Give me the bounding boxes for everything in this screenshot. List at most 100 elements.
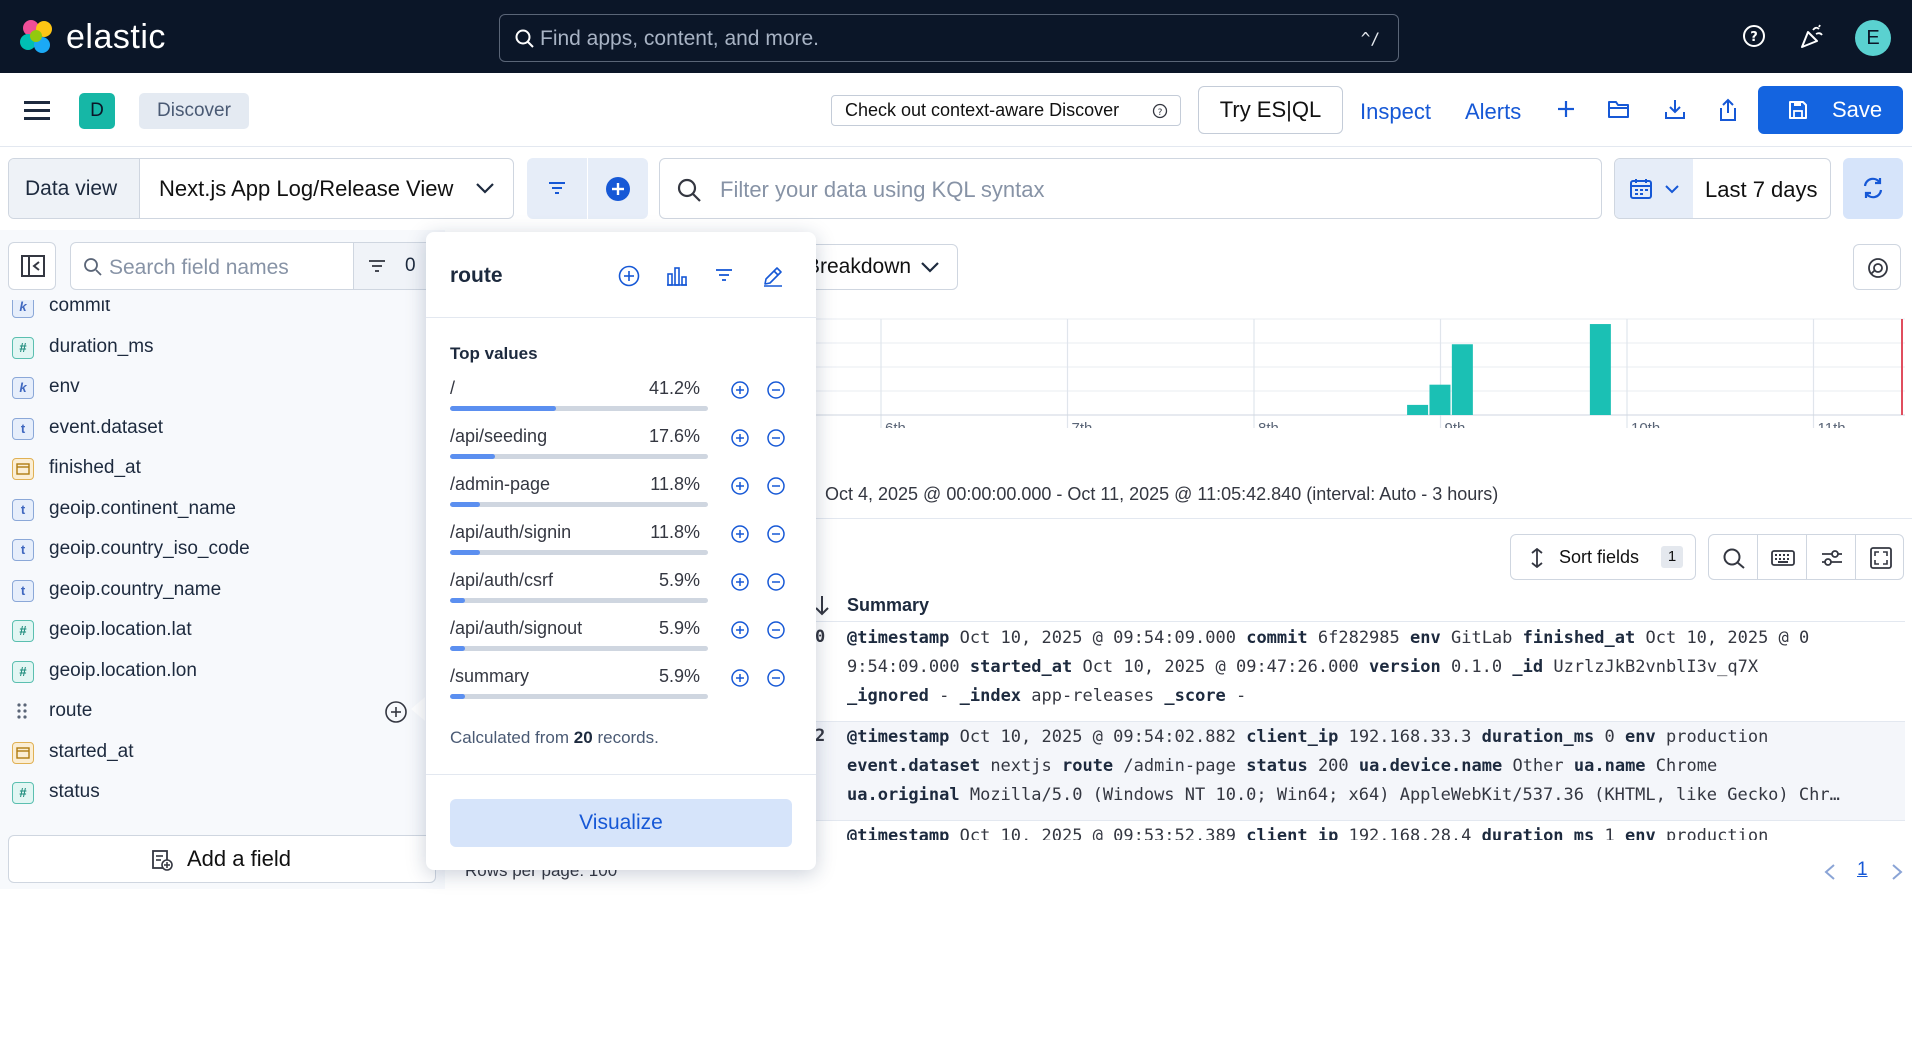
visualize-button[interactable]: Visualize (450, 799, 792, 847)
field-item-commit[interactable]: k commit (0, 300, 445, 327)
x-tick-label: 11th (1818, 420, 1846, 428)
chevron-right-icon[interactable] (1890, 863, 1904, 881)
calc-suffix: records. (597, 728, 659, 747)
filter-for-value-icon[interactable] (730, 524, 750, 544)
filter-for-field-icon[interactable] (714, 265, 734, 285)
summary-line: _ignored - _index app-releases _score - (847, 682, 1897, 711)
breakdown-selector[interactable]: Breakdown (805, 244, 958, 290)
top-value-label: /api/seeding (450, 426, 548, 446)
x-tick-label: 9th (1445, 420, 1466, 428)
add-field-column-icon[interactable] (384, 700, 408, 724)
download-icon[interactable] (1664, 98, 1686, 120)
filter-for-value-icon[interactable] (730, 620, 750, 640)
field-item-status[interactable]: # status (0, 773, 445, 813)
filter-for-value-icon[interactable] (730, 380, 750, 400)
top-value-label: /summary (450, 666, 530, 686)
histogram-bar[interactable] (1429, 384, 1451, 415)
drag-handle-icon[interactable] (12, 701, 34, 723)
field-value: Oct 10, 2025 @ 0 (1645, 628, 1810, 648)
display-settings-button[interactable] (1807, 535, 1856, 579)
plus-icon[interactable] (1555, 98, 1577, 120)
news-feed-icon[interactable] (1799, 24, 1825, 50)
edit-field-icon[interactable] (762, 265, 784, 287)
quick-date-menu-button[interactable] (1615, 159, 1693, 218)
chart-options-button[interactable] (1853, 244, 1901, 290)
popover-divider (426, 774, 816, 775)
global-search-input[interactable]: Find apps, content, and more. ^/ (499, 14, 1399, 62)
add-filter-button[interactable] (588, 158, 648, 219)
inspect-link[interactable]: Inspect (1360, 99, 1431, 125)
refresh-button[interactable] (1843, 158, 1903, 219)
filter-out-value-icon[interactable] (766, 668, 786, 688)
share-icon[interactable] (1717, 98, 1739, 122)
open-folder-icon[interactable] (1607, 98, 1631, 120)
filter-icon (369, 260, 385, 272)
field-key: version (1369, 657, 1441, 677)
alerts-link[interactable]: Alerts (1465, 99, 1521, 125)
filter-out-value-icon[interactable] (766, 380, 786, 400)
histogram-bar[interactable] (1589, 324, 1611, 415)
add-a-field-button[interactable]: Add a field (8, 835, 436, 883)
field-item-duration-ms[interactable]: # duration_ms (0, 328, 445, 368)
menu-icon[interactable] (24, 100, 50, 122)
help-icon[interactable]: ? (1742, 24, 1766, 48)
field-item-geoip-continent-name[interactable]: t geoip.continent_name (0, 490, 445, 530)
field-item-env[interactable]: k env (0, 368, 445, 408)
sort-fields-button[interactable]: Sort fields 1 (1510, 534, 1696, 580)
filter-out-value-icon[interactable] (766, 572, 786, 592)
page-number[interactable]: 1 (1857, 859, 1868, 881)
chevron-left-icon[interactable] (1823, 863, 1837, 881)
try-esql-button[interactable]: Try ES|QL (1198, 86, 1343, 134)
popover-arrow (411, 697, 425, 721)
save-button[interactable]: Save (1758, 86, 1903, 134)
data-view-picker[interactable]: Data view Next.js App Log/Release View (8, 158, 514, 219)
top-value-row: /admin-page 11.8% (450, 474, 810, 514)
filter-icon (549, 182, 565, 194)
field-value: Oct 10, 2025 @ 09:54:09.000 (959, 628, 1236, 648)
histogram-bar[interactable] (1451, 344, 1473, 415)
field-search-input[interactable]: Search field names 0 (70, 242, 441, 290)
data-view-label: Data view (9, 159, 140, 218)
filter-for-value-icon[interactable] (730, 572, 750, 592)
field-item-event-dataset[interactable]: t event.dataset (0, 409, 445, 449)
search-icon (84, 258, 102, 276)
field-item-geoip-country-name[interactable]: t geoip.country_name (0, 571, 445, 611)
field-item-route[interactable]: route (0, 692, 445, 732)
context-aware-discover-button[interactable]: Check out context-aware Discover ? (831, 95, 1181, 126)
keyboard-shortcuts-button[interactable] (1758, 535, 1807, 579)
number-type-icon: # (12, 620, 34, 642)
user-avatar[interactable]: E (1855, 20, 1891, 56)
filter-for-value-icon[interactable] (730, 668, 750, 688)
elastic-logo-icon[interactable] (18, 18, 56, 56)
field-value: GitLab (1450, 628, 1513, 648)
field-item-started-at[interactable]: started_at (0, 733, 445, 773)
fullscreen-button[interactable] (1856, 535, 1905, 579)
field-statistics-icon[interactable] (666, 265, 688, 287)
summary-column-header[interactable]: Summary (847, 595, 929, 616)
field-item-finished-at[interactable]: finished_at (0, 449, 445, 489)
date-picker[interactable]: Last 7 days (1614, 158, 1831, 219)
grid-search-button[interactable] (1709, 535, 1758, 579)
field-item-geoip-country-iso-code[interactable]: t geoip.country_iso_code (0, 530, 445, 570)
field-value: /admin-page (1123, 756, 1237, 776)
field-item-geoip-location-lon[interactable]: # geoip.location.lon (0, 652, 445, 692)
filter-out-value-icon[interactable] (766, 620, 786, 640)
row-index: 0 (815, 627, 826, 647)
save-icon (1789, 101, 1807, 119)
space-avatar[interactable]: D (79, 93, 115, 129)
date-range-text[interactable]: Last 7 days (1705, 177, 1818, 203)
add-column-icon[interactable] (618, 265, 640, 287)
top-value-percent: 11.8% (650, 474, 700, 494)
filter-for-value-icon[interactable] (730, 476, 750, 496)
field-item-geoip-location-lat[interactable]: # geoip.location.lat (0, 611, 445, 651)
collapse-sidebar-button[interactable] (8, 242, 56, 290)
filter-for-value-icon[interactable] (730, 428, 750, 448)
histogram-bar[interactable] (1407, 404, 1429, 415)
filter-options-button[interactable] (527, 158, 587, 219)
kql-query-input[interactable]: Filter your data using KQL syntax (659, 158, 1602, 219)
filter-out-value-icon[interactable] (766, 476, 786, 496)
top-value-label: /api/auth/csrf (450, 570, 554, 590)
breadcrumb[interactable]: Discover (139, 93, 249, 129)
filter-out-value-icon[interactable] (766, 524, 786, 544)
filter-out-value-icon[interactable] (766, 428, 786, 448)
